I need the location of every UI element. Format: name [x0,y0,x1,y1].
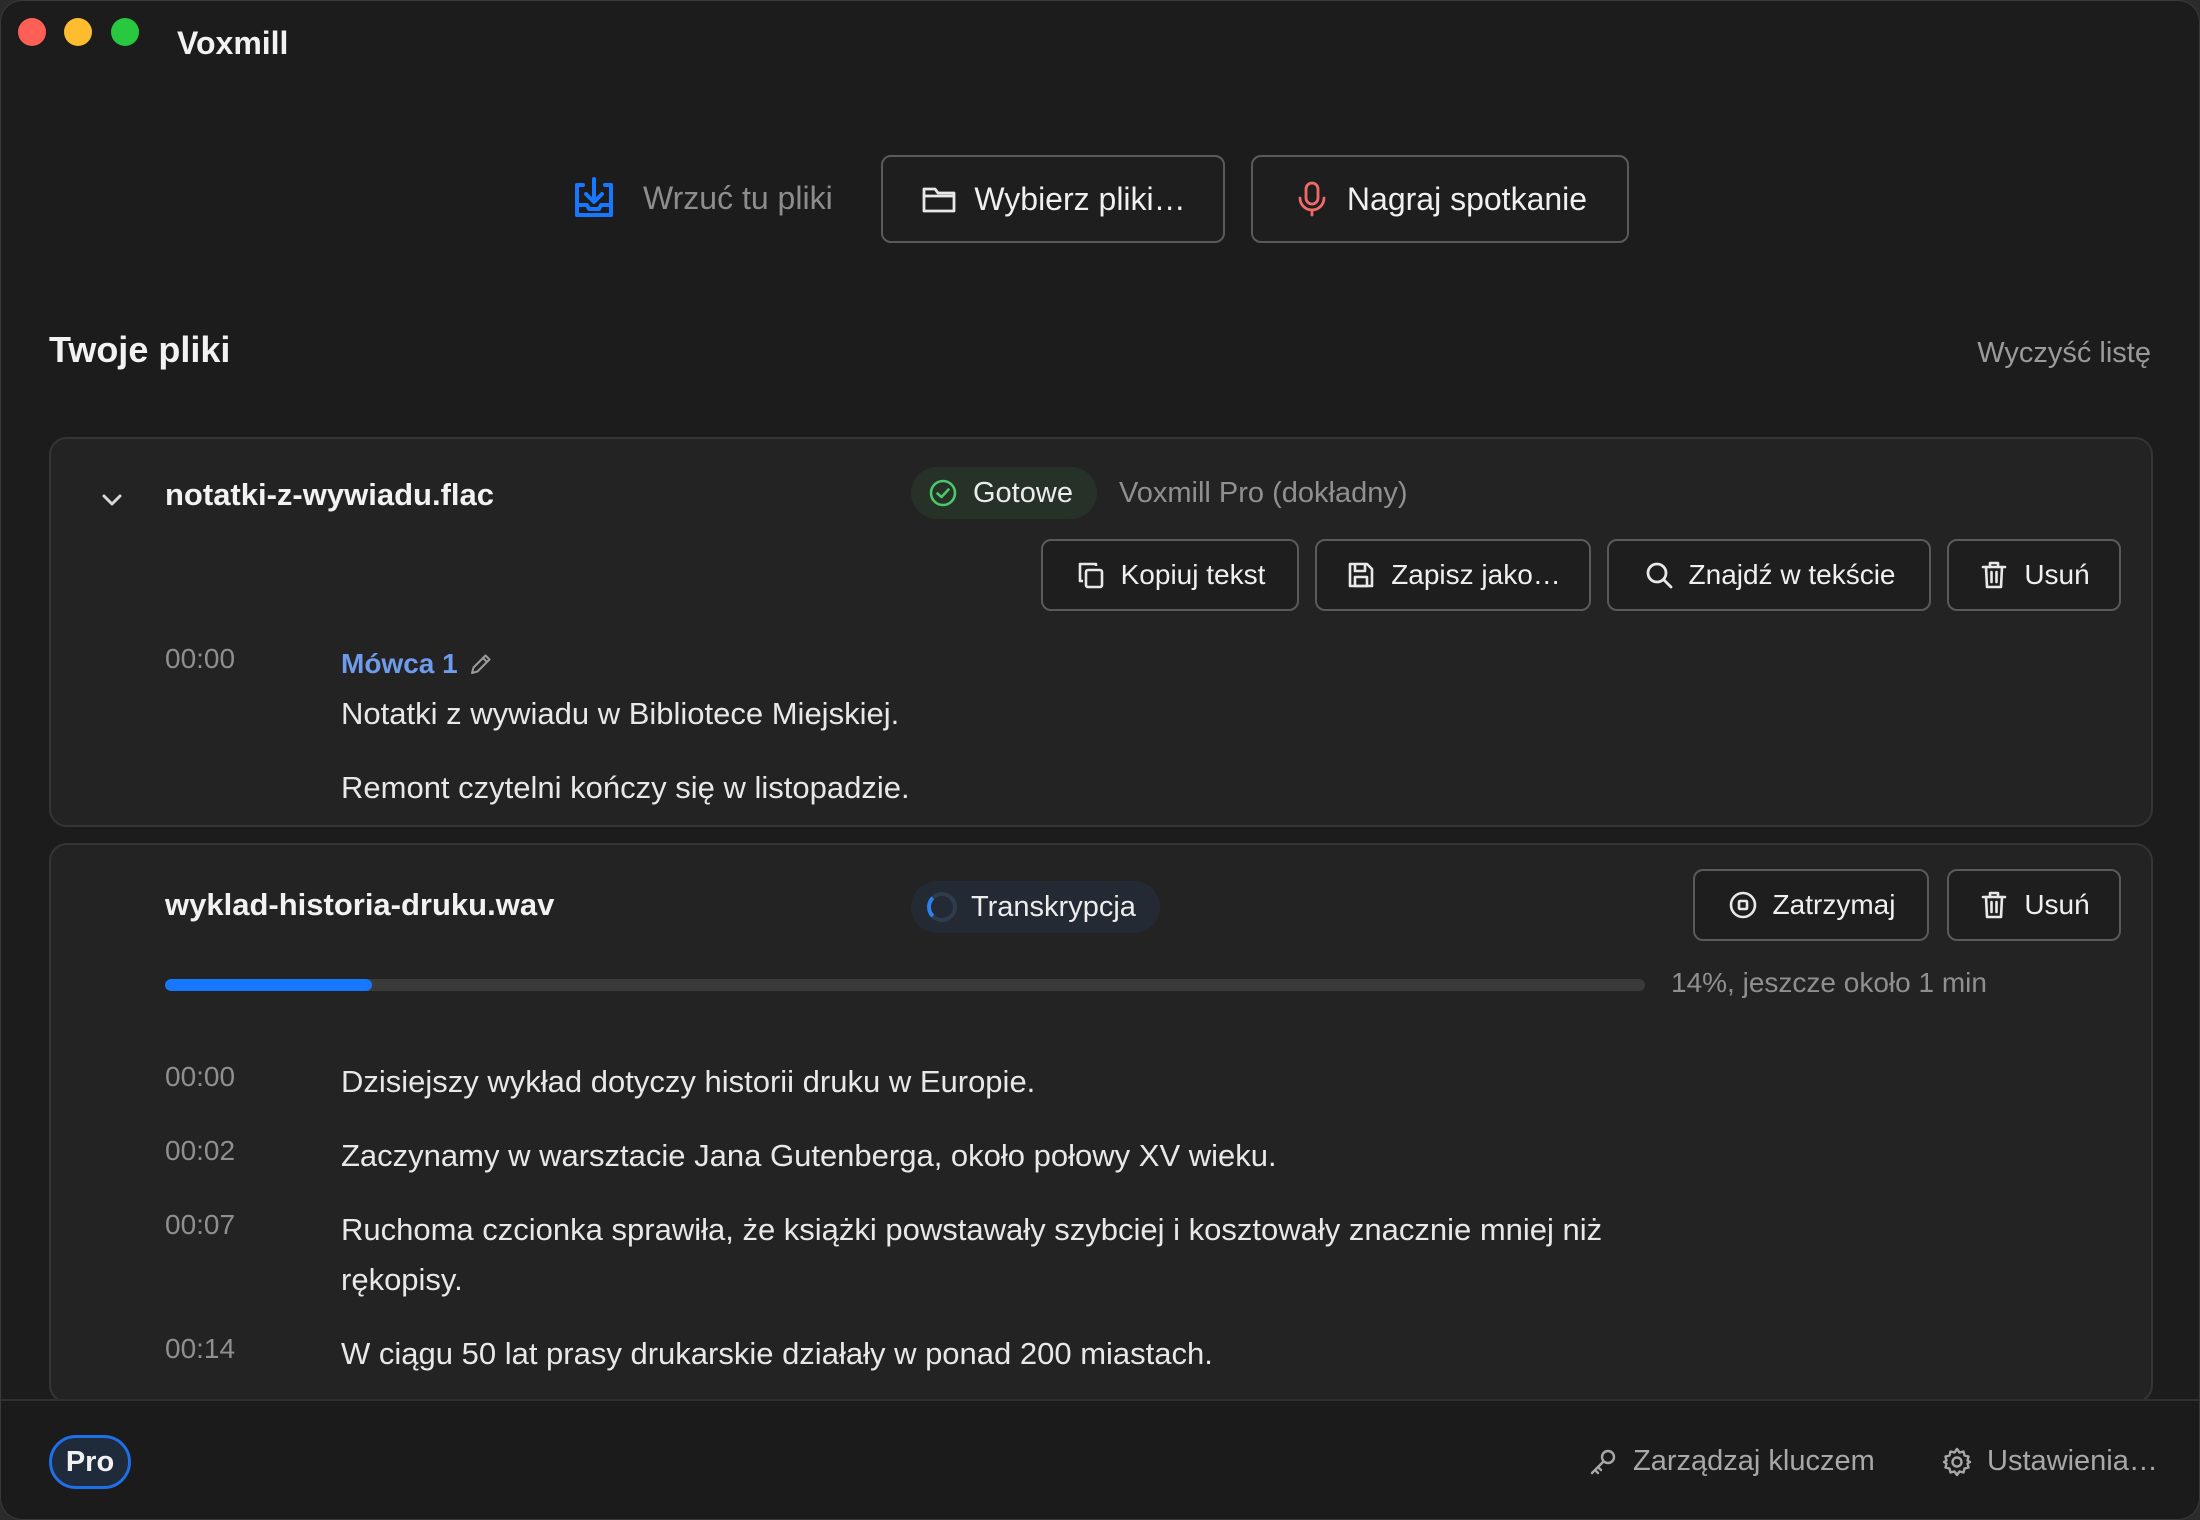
delete-button[interactable]: Usuń [1947,869,2121,941]
segment-text: Notatki z wywiadu w Bibliotece Miejskiej… [341,696,900,731]
settings-label: Ustawienia… [1987,1445,2158,1477]
transcript-segment: 00:14 W ciągu 50 lat prasy drukarskie dz… [165,1329,1665,1379]
status-label: Transkrypcja [971,890,1136,923]
delete-label: Usuń [2024,889,2090,920]
app-title: Voxmill [177,25,289,61]
delete-button[interactable]: Usuń [1947,539,2121,611]
app-window: Voxmill Wrzuć tu pliki Wybierz pliki… Na… [0,0,2200,1520]
timestamp: 00:00 [165,1061,236,1092]
segment-text: W ciągu 50 lat prasy drukarskie działały… [341,1336,1213,1371]
file-name: notatki-z-wywiadu.flac [165,477,494,512]
speaker-label[interactable]: Mówca 1 [341,639,1661,689]
trash-icon [1982,891,2007,919]
trash-icon [1982,561,2007,589]
copy-text-button[interactable]: Kopiuj tekst [1041,539,1299,611]
timestamp: 00:02 [165,1135,236,1166]
copy-icon [1078,562,1103,589]
model-label: Voxmill Pro (dokładny) [1119,477,1408,509]
speaker-name: Mówca 1 [341,648,458,679]
title-bar: Voxmill [1,1,2199,85]
segment-text: Zaczynamy w warsztacie Jana Gutenberga, … [341,1138,1277,1173]
settings-button[interactable]: Ustawienia… [1941,1445,2158,1478]
manage-key-label: Zarządzaj kluczem [1633,1445,1875,1477]
drop-label: Wrzuć tu pliki [643,179,833,216]
status-badge: Transkrypcja [911,881,1160,933]
segment-text: Remont czytelni kończy się w listopadzie… [341,770,910,805]
transcript-segment: 00:07 Ruchoma czcionka sprawiła, że ksią… [165,1205,1665,1305]
stop-label: Zatrzymaj [1772,889,1896,920]
progress-label: 14%, jeszcze około 1 min [1671,967,1987,998]
check-circle-icon [929,479,957,507]
footer-bar: Pro Zarządzaj kluczem Ustawienia… [1,1399,2199,1519]
record-meeting-button[interactable]: Nagraj spotkanie [1251,155,1629,243]
status-label: Gotowe [973,476,1073,509]
pencil-icon[interactable] [468,651,494,677]
spinner-icon [927,892,957,922]
record-meeting-label: Nagraj spotkanie [1346,180,1588,217]
segment-content: Mówca 1 Notatki z wywiadu w Bibliotece M… [341,639,1661,813]
zoom-window-button[interactable] [111,18,139,46]
progress-fill [165,979,373,991]
progress-bar [165,979,1645,991]
plan-badge[interactable]: Pro [49,1435,131,1489]
transcript-segment: 00:00 Dzisiejszy wykład dotyczy historii… [165,1057,1665,1107]
stop-button[interactable]: Zatrzymaj [1693,869,1929,941]
clear-list-link[interactable]: Wyczyść listę [1977,337,2151,370]
stop-icon [1729,891,1756,919]
copy-text-label: Kopiuj tekst [1120,559,1266,590]
timestamp: 00:14 [165,1333,236,1364]
microphone-icon [1298,181,1326,217]
find-in-text-label: Znajdź w tekście [1688,559,1896,590]
transcript-segment: 00:00 Mówca 1 Notatki z wywiadu w Biblio… [165,639,1665,805]
choose-files-label: Wybierz pliki… [974,180,1186,217]
file-card: wyklad-historia-druku.wav Transkrypcja Z… [49,843,2153,1403]
choose-files-button[interactable]: Wybierz pliki… [881,155,1225,243]
transcript-segment: 00:02 Zaczynamy w warsztacie Jana Gutenb… [165,1131,1665,1181]
manage-key-button[interactable]: Zarządzaj kluczem [1587,1445,1875,1478]
save-as-label: Zapisz jako… [1391,559,1561,590]
drop-zone[interactable]: Wrzuć tu pliki [569,173,833,223]
file-name: wyklad-historia-druku.wav [165,887,555,922]
find-in-text-button[interactable]: Znajdź w tekście [1607,539,1931,611]
timestamp: 00:00 [165,643,236,674]
save-icon [1348,562,1374,588]
status-badge: Gotowe [911,467,1097,519]
gear-icon [1942,1447,1972,1476]
segment-text: Ruchoma czcionka sprawiła, że książki po… [341,1212,1603,1297]
download-tray-icon [569,173,619,223]
chevron-down-icon[interactable] [95,483,129,517]
timestamp: 00:07 [165,1209,236,1240]
file-card: notatki-z-wywiadu.flac Gotowe Voxmill Pr… [49,437,2153,827]
minimize-window-button[interactable] [64,18,92,46]
close-window-button[interactable] [18,18,46,46]
delete-label: Usuń [2024,559,2090,590]
save-as-button[interactable]: Zapisz jako… [1315,539,1591,611]
folder-icon [922,187,956,213]
key-icon [1590,1449,1616,1474]
segment-text: Dzisiejszy wykład dotyczy historii druku… [341,1064,1036,1099]
search-icon [1646,562,1672,589]
files-section-title: Twoje pliki [49,329,231,370]
